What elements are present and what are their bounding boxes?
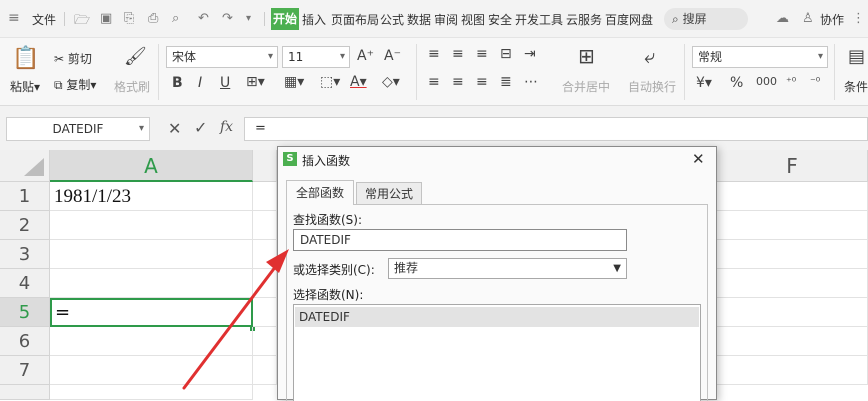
annotation-arrow [182, 249, 289, 390]
tab-all-functions[interactable]: 全部函数 [286, 180, 354, 205]
